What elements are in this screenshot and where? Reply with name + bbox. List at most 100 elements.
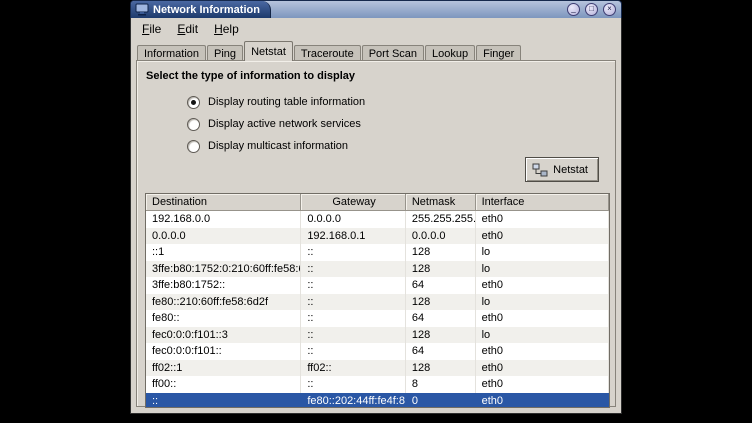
table-cell: ff02::: [301, 360, 406, 377]
table-row[interactable]: 192.168.0.00.0.0.0255.255.255.0eth0: [146, 211, 609, 228]
radio-option-1[interactable]: Display active network services: [187, 113, 365, 135]
table-cell: eth0: [476, 343, 609, 360]
table-cell: eth0: [476, 211, 609, 228]
table-cell: 64: [406, 277, 476, 294]
netstat-button-label: Netstat: [553, 164, 588, 176]
radio-option-0[interactable]: Display routing table information: [187, 91, 365, 113]
table-cell: ::: [301, 244, 406, 261]
table-row[interactable]: fec0:0:0:f101::3::128lo: [146, 327, 609, 344]
table-cell: 0: [406, 393, 476, 409]
table-cell: 255.255.255.0: [406, 211, 476, 228]
table-row[interactable]: fec0:0:0:f101::::64eth0: [146, 343, 609, 360]
minimize-button[interactable]: _: [567, 3, 580, 16]
table-cell: ::: [146, 393, 301, 409]
table-cell: 192.168.0.1: [301, 228, 406, 245]
table-cell: 0.0.0.0: [406, 228, 476, 245]
table-cell: ff00::: [146, 376, 301, 393]
table-row[interactable]: ::fe80::202:44ff:fe4f:83e10eth0: [146, 393, 609, 409]
window-icon: [135, 3, 149, 16]
table-cell: eth0: [476, 360, 609, 377]
table-cell: lo: [476, 294, 609, 311]
table-cell: 128: [406, 244, 476, 261]
column-header-netmask[interactable]: Netmask: [406, 194, 476, 211]
table-cell: lo: [476, 244, 609, 261]
table-cell: 64: [406, 343, 476, 360]
radio-label: Display routing table information: [208, 96, 365, 108]
desktop: { "colors": { "selection": "#2a57a5", "w…: [0, 0, 752, 423]
table-cell: 0.0.0.0: [146, 228, 301, 245]
table-cell: 128: [406, 294, 476, 311]
netstat-icon: [532, 163, 548, 177]
tab-strip: InformationPingNetstatTraceroutePort Sca…: [137, 42, 522, 61]
table-cell: eth0: [476, 393, 609, 409]
table-cell: 128: [406, 327, 476, 344]
table-row[interactable]: ff00::::8eth0: [146, 376, 609, 393]
tab-netstat[interactable]: Netstat: [244, 41, 293, 61]
table-cell: ::: [301, 376, 406, 393]
table-cell: ff02::1: [146, 360, 301, 377]
table-row[interactable]: 3ffe:b80:1752:0:210:60ff:fe58:6d2f::128l…: [146, 261, 609, 278]
routing-table: DestinationGatewayNetmaskInterface 192.1…: [145, 193, 610, 408]
table-cell: ::1: [146, 244, 301, 261]
table-cell: ::: [301, 261, 406, 278]
table-cell: 192.168.0.0: [146, 211, 301, 228]
table-cell: fe80::210:60ff:fe58:6d2f: [146, 294, 301, 311]
tab-finger[interactable]: Finger: [476, 45, 521, 61]
table-row[interactable]: ff02::1ff02::128eth0: [146, 360, 609, 377]
table-cell: ::: [301, 343, 406, 360]
table-header: DestinationGatewayNetmaskInterface: [146, 194, 609, 211]
tab-port-scan[interactable]: Port Scan: [362, 45, 424, 61]
radio-group: Display routing table information Display…: [187, 91, 365, 157]
column-header-destination[interactable]: Destination: [146, 194, 301, 211]
tab-traceroute[interactable]: Traceroute: [294, 45, 361, 61]
menu-help[interactable]: Help: [206, 20, 247, 38]
table-cell: eth0: [476, 277, 609, 294]
table-cell: 128: [406, 360, 476, 377]
table-cell: eth0: [476, 376, 609, 393]
radio-button-icon[interactable]: [187, 96, 200, 109]
table-cell: 3ffe:b80:1752::: [146, 277, 301, 294]
close-button[interactable]: ×: [603, 3, 616, 16]
table-cell: fec0:0:0:f101::3: [146, 327, 301, 344]
tab-lookup[interactable]: Lookup: [425, 45, 475, 61]
table-row[interactable]: 0.0.0.0192.168.0.10.0.0.0eth0: [146, 228, 609, 245]
table-cell: eth0: [476, 228, 609, 245]
network-information-window: Network Information _ □ × FileEditHelp I…: [130, 0, 622, 414]
table-row[interactable]: ::1::128lo: [146, 244, 609, 261]
table-cell: lo: [476, 327, 609, 344]
netstat-page: Select the type of information to displa…: [136, 60, 616, 407]
column-header-gateway[interactable]: Gateway: [301, 194, 406, 211]
table-cell: 3ffe:b80:1752:0:210:60ff:fe58:6d2f: [146, 261, 301, 278]
table-cell: lo: [476, 261, 609, 278]
table-cell: ::: [301, 277, 406, 294]
titlebar[interactable]: Network Information _ □ ×: [130, 0, 622, 18]
radio-option-2[interactable]: Display multicast information: [187, 135, 365, 157]
window-title: Network Information: [153, 4, 260, 16]
table-cell: ::: [301, 294, 406, 311]
maximize-button[interactable]: □: [585, 3, 598, 16]
radio-label: Display multicast information: [208, 140, 348, 152]
netstat-button[interactable]: Netstat: [525, 157, 599, 182]
table-row[interactable]: 3ffe:b80:1752::::64eth0: [146, 277, 609, 294]
table-row[interactable]: fe80::210:60ff:fe58:6d2f::128lo: [146, 294, 609, 311]
table-cell: 0.0.0.0: [301, 211, 406, 228]
table-cell: fe80::202:44ff:fe4f:83e1: [301, 393, 406, 409]
window-controls: _ □ ×: [567, 3, 616, 16]
radio-label: Display active network services: [208, 118, 361, 130]
table-cell: 64: [406, 310, 476, 327]
table-cell: fec0:0:0:f101::: [146, 343, 301, 360]
radio-button-icon[interactable]: [187, 140, 200, 153]
tab-information[interactable]: Information: [137, 45, 206, 61]
table-body: 192.168.0.00.0.0.0255.255.255.0eth00.0.0…: [146, 211, 609, 408]
table-cell: ::: [301, 327, 406, 344]
title-tab[interactable]: Network Information: [131, 1, 271, 18]
table-cell: 8: [406, 376, 476, 393]
menu-edit[interactable]: Edit: [169, 20, 206, 38]
menubar: FileEditHelp: [132, 18, 620, 39]
table-row[interactable]: fe80::::64eth0: [146, 310, 609, 327]
tab-ping[interactable]: Ping: [207, 45, 243, 61]
table-cell: fe80::: [146, 310, 301, 327]
menu-file[interactable]: File: [134, 20, 169, 38]
column-header-interface[interactable]: Interface: [476, 194, 609, 211]
radio-button-icon[interactable]: [187, 118, 200, 131]
